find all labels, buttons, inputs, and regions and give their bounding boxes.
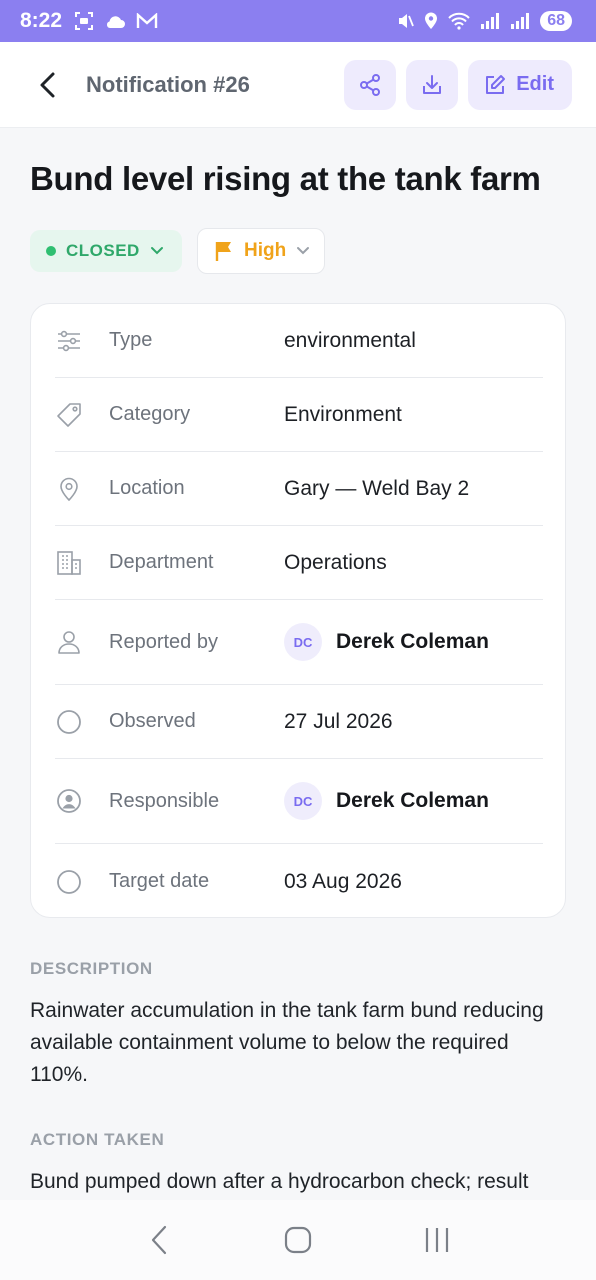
signal-icon-2 [510,12,530,30]
screenshot-icon [74,11,94,31]
priority-label: High [244,240,287,261]
battery-indicator: 68 [540,11,572,31]
location-pin-icon [424,12,438,30]
share-icon [360,73,381,96]
status-dropdown[interactable]: CLOSED [30,230,182,272]
responsible-person[interactable]: DC Derek Coleman [284,782,489,820]
chevron-down-icon [297,247,310,255]
flag-icon [215,242,231,261]
detail-row-category: Category Environment [55,378,543,452]
user-icon [55,628,83,656]
detail-row-observed: Observed 27 Jul 2026 [55,685,543,759]
notification-detail[interactable]: Bund level rising at the tank farm CLOSE… [0,128,596,1200]
building-icon [55,549,83,577]
nav-home-button[interactable] [268,1210,328,1270]
chevron-down-icon [150,247,163,255]
status-label: CLOSED [66,241,140,260]
mail-icon [136,13,158,29]
details-card: Type environmental Category Environment … [30,303,566,918]
detail-label: Type [109,329,153,351]
detail-row-target-date: Target date 03 Aug 2026 [55,844,543,919]
app-bar: Notification #26 Edit [0,42,596,128]
detail-label: Department [109,551,214,573]
download-button[interactable] [406,59,459,110]
detail-row-reported-by: Reported by DC Derek Coleman [55,600,543,685]
reporter[interactable]: DC Derek Coleman [284,623,489,661]
nav-back-icon [152,1225,167,1255]
detail-row-responsible: Responsible DC Derek Coleman [55,759,543,844]
detail-value: Environment [284,402,402,426]
edit-button[interactable]: Edit [468,59,572,110]
avatar: DC [284,623,322,661]
detail-value: 27 Jul 2026 [284,709,393,733]
download-icon [423,74,442,94]
action-taken-heading: ACTION TAKEN [30,1130,165,1149]
back-arrow-icon [40,72,55,97]
detail-value: Gary — Weld Bay 2 [284,476,470,500]
circle-icon [55,708,83,736]
status-time: 8:22 [20,9,63,32]
detail-label: Observed [109,710,196,732]
circle-icon [55,868,83,896]
detail-row-department: Department Operations [55,526,543,600]
detail-value: 03 Aug 2026 [284,869,402,893]
detail-label: Reported by [109,630,218,653]
notification-title: Bund level rising at the tank farm [30,160,541,197]
description-text: Rainwater accumulation in the tank farm … [30,999,544,1086]
tag-icon [55,401,83,429]
nav-home-icon [284,1226,312,1254]
detail-label: Category [109,403,191,425]
signal-icon [480,12,500,30]
system-nav-bar [0,1200,596,1280]
mute-icon [396,12,415,30]
description-heading: DESCRIPTION [30,959,153,978]
cloud-icon [104,13,126,29]
detail-value: Operations [284,550,387,574]
detail-row-location: Location Gary — Weld Bay 2 [55,452,543,526]
share-button[interactable] [344,59,397,110]
location-pin-icon [55,475,83,503]
priority-dropdown[interactable]: High [197,228,326,274]
sliders-icon [55,327,83,355]
action-taken-text: Bund pumped down after a hydrocarbon che… [30,1170,529,1193]
nav-recents-button[interactable] [407,1210,467,1270]
edit-button-label: Edit [516,73,554,95]
detail-row-type: Type environmental [55,304,543,378]
detail-value: environmental [284,328,416,352]
back-button[interactable] [26,63,70,107]
detail-label: Responsible [109,789,220,812]
wifi-icon [448,12,470,30]
responsible-name: Derek Coleman [336,789,489,812]
detail-label: Target date [109,870,210,892]
reporter-name: Derek Coleman [336,630,489,653]
user-circle-icon [55,787,83,815]
nav-recents-icon [425,1228,448,1252]
nav-back-button[interactable] [129,1210,189,1270]
avatar: DC [284,782,322,820]
status-dot-icon [46,246,56,256]
detail-label: Location [109,477,185,499]
page-title: Notification #26 [86,71,250,97]
edit-icon [486,74,506,94]
status-bar: 8:22 68 [0,0,596,42]
